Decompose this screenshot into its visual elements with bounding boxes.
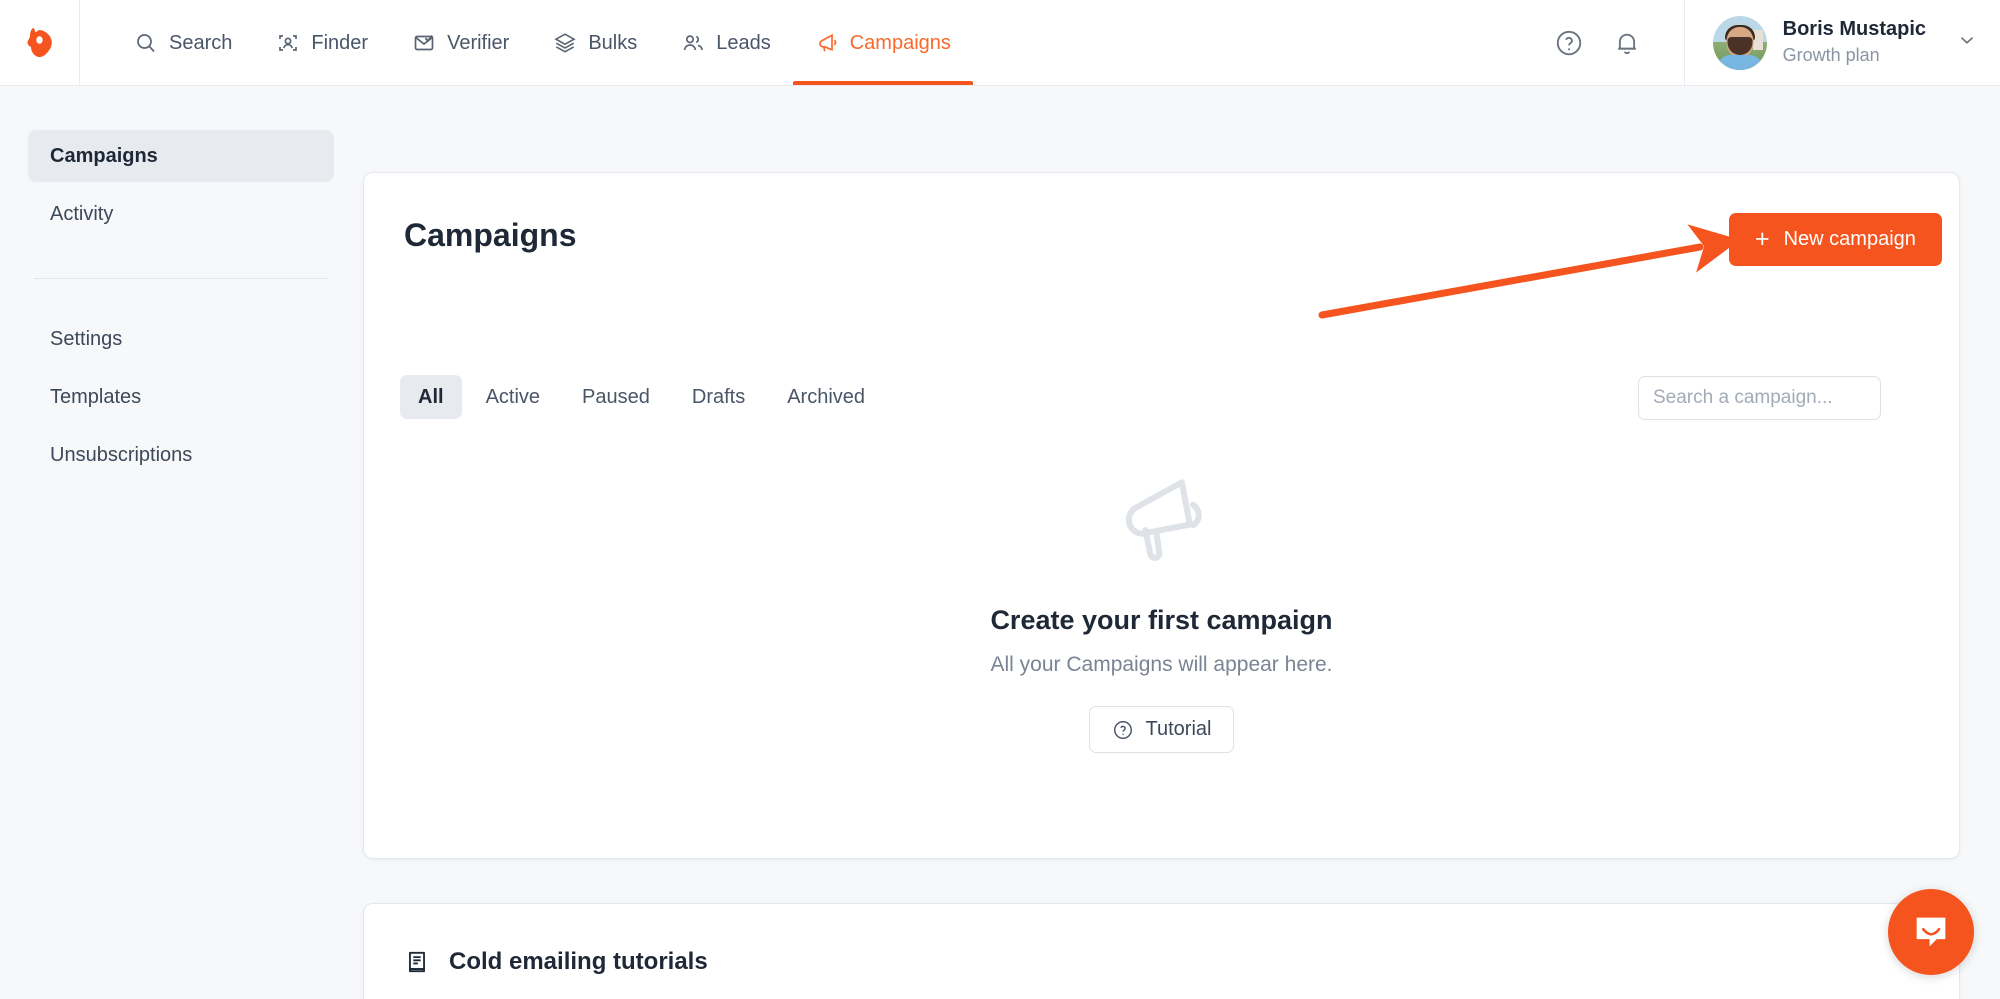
user-name: Boris Mustapic	[1782, 18, 1926, 41]
sidebar-item-settings[interactable]: Settings	[28, 313, 334, 365]
empty-state-subtitle: All your Campaigns will appear here.	[990, 653, 1333, 676]
intercom-chat-button[interactable]	[1888, 889, 1974, 975]
brand-logo[interactable]	[0, 0, 80, 85]
sidebar-label-unsubscriptions: Unsubscriptions	[50, 443, 193, 466]
tab-drafts[interactable]: Drafts	[674, 375, 763, 419]
tab-label-drafts: Drafts	[691, 385, 746, 408]
tab-label-active: Active	[485, 385, 541, 408]
nav-label-bulks: Bulks	[588, 31, 638, 54]
notifications-button[interactable]	[1598, 0, 1656, 85]
nav-label-search: Search	[169, 31, 233, 54]
nav-label-verifier: Verifier	[447, 31, 510, 54]
tab-active[interactable]: Active	[468, 375, 558, 419]
help-button[interactable]	[1540, 0, 1598, 85]
tutorials-header: Cold emailing tutorials	[404, 948, 708, 976]
top-right-controls: Boris Mustapic Growth plan	[1540, 0, 2000, 85]
chevron-down-icon	[1956, 29, 1978, 56]
new-campaign-button[interactable]: + New campaign	[1729, 213, 1942, 266]
nav-item-search[interactable]: Search	[112, 0, 254, 85]
person-scan-icon	[279, 34, 298, 51]
sidebar-divider	[34, 278, 328, 279]
megaphone-icon	[818, 33, 837, 51]
top-navigation-bar: Search Finder Verifier Bulks Leads Campa…	[0, 0, 2000, 86]
question-circle-icon	[1556, 30, 1581, 55]
avatar	[1712, 15, 1767, 70]
nav-item-verifier[interactable]: Verifier	[390, 0, 531, 85]
tab-paused[interactable]: Paused	[564, 375, 668, 419]
question-circle-icon	[1113, 720, 1132, 739]
bell-icon	[1617, 33, 1636, 54]
nav-item-campaigns[interactable]: Campaigns	[792, 0, 973, 85]
nav-item-leads[interactable]: Leads	[659, 0, 793, 85]
tutorials-title: Cold emailing tutorials	[449, 948, 708, 975]
snovio-fox-logo-icon	[26, 27, 52, 57]
sidebar-label-campaigns: Campaigns	[50, 144, 158, 167]
sidebar-label-activity: Activity	[50, 202, 114, 225]
tutorial-button[interactable]: Tutorial	[1088, 706, 1235, 753]
nav-item-bulks[interactable]: Bulks	[531, 0, 659, 85]
main-nav-items: Search Finder Verifier Bulks Leads Campa…	[80, 0, 973, 85]
empty-state: Create your first campaign All your Camp…	[364, 463, 1959, 753]
nav-label-leads: Leads	[716, 31, 771, 54]
campaign-filter-tabs: All Active Paused Drafts Archived	[400, 375, 883, 419]
active-tab-underline	[792, 81, 973, 85]
tab-archived[interactable]: Archived	[769, 375, 883, 419]
envelope-check-icon	[414, 34, 434, 50]
tutorial-button-label: Tutorial	[1145, 718, 1212, 740]
magnifier-icon	[137, 33, 155, 52]
nav-label-campaigns: Campaigns	[849, 31, 951, 54]
sidebar-item-unsubscriptions[interactable]: Unsubscriptions	[28, 429, 334, 481]
sidebar-label-settings: Settings	[50, 327, 123, 350]
campaigns-card: Campaigns + New campaign All Active Paus…	[363, 172, 1960, 859]
tutorials-card: Cold emailing tutorials	[363, 903, 1960, 999]
sidebar-item-activity[interactable]: Activity	[28, 188, 334, 240]
layers-icon	[554, 32, 576, 53]
app-root: Search Finder Verifier Bulks Leads Campa…	[0, 0, 2000, 999]
sidebar: Campaigns Activity Settings Templates Un…	[0, 86, 362, 999]
user-text-block: Boris Mustapic Growth plan	[1783, 17, 1926, 67]
sidebar-item-campaigns[interactable]: Campaigns	[28, 130, 334, 182]
plus-icon: +	[1755, 225, 1770, 253]
campaign-search-box[interactable]	[1638, 376, 1898, 420]
nav-label-finder: Finder	[311, 31, 369, 54]
intercom-chat-icon	[1916, 917, 1946, 947]
megaphone-outline-icon	[1125, 479, 1202, 561]
tab-all[interactable]: All	[400, 375, 462, 419]
sidebar-label-templates: Templates	[50, 385, 142, 408]
search-input[interactable]	[1653, 387, 1898, 409]
page-title: Campaigns	[404, 217, 577, 253]
tab-label-paused: Paused	[582, 385, 650, 408]
sidebar-item-templates[interactable]: Templates	[28, 371, 334, 423]
nav-item-finder[interactable]: Finder	[254, 0, 390, 85]
two-people-icon	[683, 34, 704, 50]
user-menu[interactable]: Boris Mustapic Growth plan	[1683, 0, 2000, 85]
book-icon	[409, 951, 425, 973]
user-plan: Growth plan	[1782, 45, 1880, 66]
tab-label-archived: Archived	[787, 385, 866, 408]
empty-state-title: Create your first campaign	[990, 605, 1333, 635]
tab-label-all: All	[418, 385, 444, 408]
new-campaign-label: New campaign	[1783, 228, 1916, 250]
